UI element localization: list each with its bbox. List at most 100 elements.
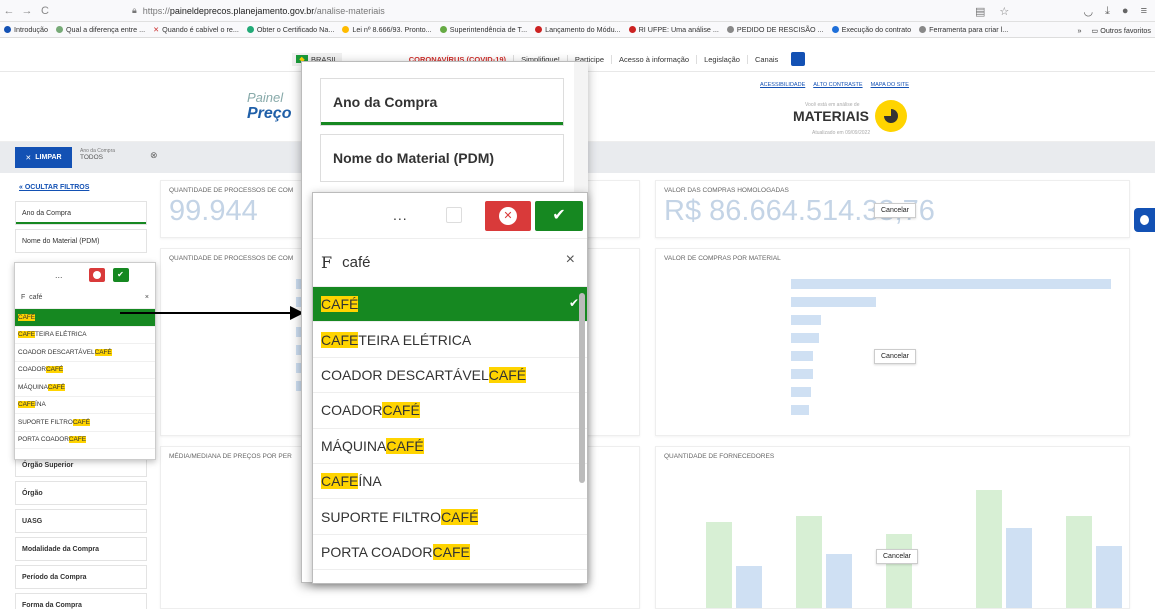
alto-contraste-link[interactable]: ALTO CONTRASTE	[813, 82, 862, 88]
bar	[976, 490, 1002, 608]
list-item[interactable]: COADOR CAFÉ	[15, 362, 155, 379]
account-icon[interactable]: ●	[1122, 5, 1129, 17]
dropdown-search[interactable]: F café ×	[15, 287, 155, 309]
browser-toolbar: ← → C 🔒︎ https://paineldeprecos.planejam…	[0, 0, 1155, 22]
accessibility-side-button[interactable]	[1134, 208, 1155, 232]
bookmark-favicon-icon	[4, 26, 11, 33]
folder-icon: ▭	[1091, 25, 1099, 35]
remove-chip-icon[interactable]: ⊗	[150, 150, 158, 161]
confirm-selection-button[interactable]: ✔	[535, 201, 583, 231]
back-icon[interactable]: ←	[0, 5, 18, 17]
bookmark-item[interactable]: Qual a diferença entre ...	[52, 25, 149, 34]
menu-icon[interactable]: ≡	[1141, 5, 1147, 17]
cancel-selection-button[interactable]	[485, 201, 531, 231]
bar	[796, 516, 822, 608]
acessibilidade-link[interactable]: ACESSIBILIDADE	[760, 82, 805, 88]
star-icon[interactable]: ☆	[999, 5, 1009, 18]
url-text: https://paineldeprecos.planejamento.gov.…	[142, 5, 385, 16]
other-favorites-folder[interactable]: ▭ Outros favoritos	[1091, 26, 1151, 35]
bookmark-item[interactable]: Introdução	[0, 25, 52, 34]
filter-uasg[interactable]: UASG	[15, 509, 147, 533]
list-item[interactable]: MÁQUINA CAFÉ	[15, 379, 155, 397]
list-item[interactable]: COADOR DESCARTÁVEL CAFÉ	[313, 358, 587, 394]
globe-icon	[919, 26, 927, 33]
clear-search-icon[interactable]: ×	[566, 251, 575, 269]
list-item[interactable]: CAFÉ ✔	[313, 287, 587, 323]
search-input[interactable]: café	[342, 254, 370, 271]
reader-icon[interactable]: ▤	[975, 5, 985, 18]
bar	[706, 522, 732, 608]
chevron-right-icon[interactable]: »	[1077, 26, 1081, 35]
bar	[791, 387, 811, 397]
mapa-site-link[interactable]: MAPA DO SITE	[871, 82, 909, 88]
more-options-icon[interactable]: ...	[55, 270, 63, 280]
bookmark-favicon-icon	[628, 26, 636, 33]
panel-title: QUANTIDADE DE FORNECEDORES	[664, 453, 775, 460]
filter-modalidade[interactable]: Modalidade da Compra	[15, 537, 147, 561]
panel-title: QUANTIDADE DE PROCESSOS DE COM	[169, 255, 294, 262]
search-input[interactable]: café	[29, 294, 42, 301]
list-item[interactable]: CAFE ÍNA	[313, 464, 587, 500]
list-item[interactable]: SUPORTE FILTRO CAFÉ	[15, 414, 155, 432]
bookmark-item[interactable]: Lançamento do Módu...	[531, 25, 625, 34]
list-item[interactable]: PORTA COADOR CAFE	[15, 432, 155, 449]
list-item[interactable]: CAFE ÍNA	[15, 397, 155, 414]
painel-precos-logo[interactable]: Painel Preço	[247, 90, 291, 123]
bookmark-item[interactable]: RI UFPE: Uma análise ...	[625, 25, 723, 34]
bar	[1066, 516, 1092, 608]
more-options-icon[interactable]: ...	[393, 207, 408, 223]
address-bar[interactable]: 🔒︎ https://paineldeprecos.planejamento.g…	[132, 5, 385, 16]
pocket-icon[interactable]: ◡	[1083, 5, 1093, 18]
filter-ano-compra[interactable]: Ano da Compra	[15, 201, 147, 225]
bar	[791, 297, 876, 307]
reload-icon[interactable]: C	[36, 5, 54, 17]
bookmark-item[interactable]: ✕ Quando é cabível o re...	[149, 25, 243, 34]
panel-title: VALOR DAS COMPRAS HOMOLOGADAS	[664, 187, 789, 194]
filter-ano-compra-zoom[interactable]: Ano da Compra	[320, 78, 564, 126]
filter-nome-material[interactable]: Nome do Material (PDM)	[15, 229, 147, 253]
kpi-value: 99.944	[169, 195, 258, 227]
bookmarks-bar: Introdução Qual a diferença entre ... ✕ Q…	[0, 22, 1155, 38]
canais-link[interactable]: Canais	[748, 55, 785, 64]
bar	[791, 405, 809, 415]
bookmark-item[interactable]: Lei nº 8.666/93. Pronto...	[338, 25, 435, 34]
list-item[interactable]: MÁQUINA CAFÉ	[313, 429, 587, 464]
download-icon[interactable]: ⤓	[1105, 5, 1110, 18]
bookmark-item[interactable]: Obter o Certificado Na...	[243, 25, 339, 34]
dropdown-scrollbar[interactable]	[579, 293, 585, 483]
bar	[791, 369, 813, 379]
filter-periodo[interactable]: Período da Compra	[15, 565, 147, 589]
bookmark-item[interactable]: Superintendência de T...	[436, 25, 531, 34]
bookmark-item[interactable]: PEDIDO DE RESCISÃO ...	[723, 25, 828, 34]
cancel-selection-button[interactable]	[88, 268, 105, 282]
list-item[interactable]: PORTA COADOR CAFE	[313, 535, 587, 571]
cancel-button[interactable]: Cancelar	[876, 549, 919, 564]
list-item[interactable]: COADOR CAFÉ	[313, 393, 587, 429]
bookmark-item[interactable]: Execução do contrato	[828, 25, 916, 34]
cancel-button[interactable]: Cancelar	[874, 203, 917, 218]
forward-icon[interactable]: →	[18, 5, 36, 17]
search-prefix-icon: F	[321, 253, 333, 272]
bookmark-favicon-icon	[831, 26, 839, 33]
filter-nome-material-zoom[interactable]: Nome do Material (PDM)	[320, 134, 564, 182]
bookmark-favicon-icon	[535, 26, 543, 33]
panel-title: MÉDIA/MEDIANA DE PREÇOS POR PER	[169, 453, 292, 460]
legislacao-link[interactable]: Legislação	[697, 54, 748, 64]
list-item[interactable]: COADOR DESCARTÁVEL CAFÉ	[15, 344, 155, 362]
clear-search-icon[interactable]: ×	[145, 294, 149, 301]
cancel-button[interactable]: Cancelar	[874, 349, 917, 364]
hide-filters-link[interactable]: « OCULTAR FILTROS	[19, 184, 147, 191]
acesso-informacao-link[interactable]: Acesso à informação	[612, 54, 698, 64]
dropdown-search[interactable]: F café ×	[313, 239, 587, 287]
clear-filters-button[interactable]: ✕ LIMPAR	[15, 147, 72, 168]
filter-forma[interactable]: Forma da Compra	[15, 593, 147, 609]
dropdown-toolbar: ... ✔	[15, 263, 155, 287]
list-item[interactable]: SUPORTE FILTRO CAFÉ	[313, 499, 587, 535]
accessibility-icon[interactable]	[791, 52, 806, 66]
list-item[interactable]: CAFE TEIRA ELÉTRICA	[15, 327, 155, 344]
bookmark-item[interactable]: Ferramenta para criar l...	[915, 25, 1012, 34]
list-item[interactable]: CAFE TEIRA ELÉTRICA	[313, 322, 587, 358]
confirm-selection-button[interactable]: ✔	[112, 268, 129, 282]
filter-orgao[interactable]: Órgão	[15, 481, 147, 505]
bar	[886, 534, 912, 608]
